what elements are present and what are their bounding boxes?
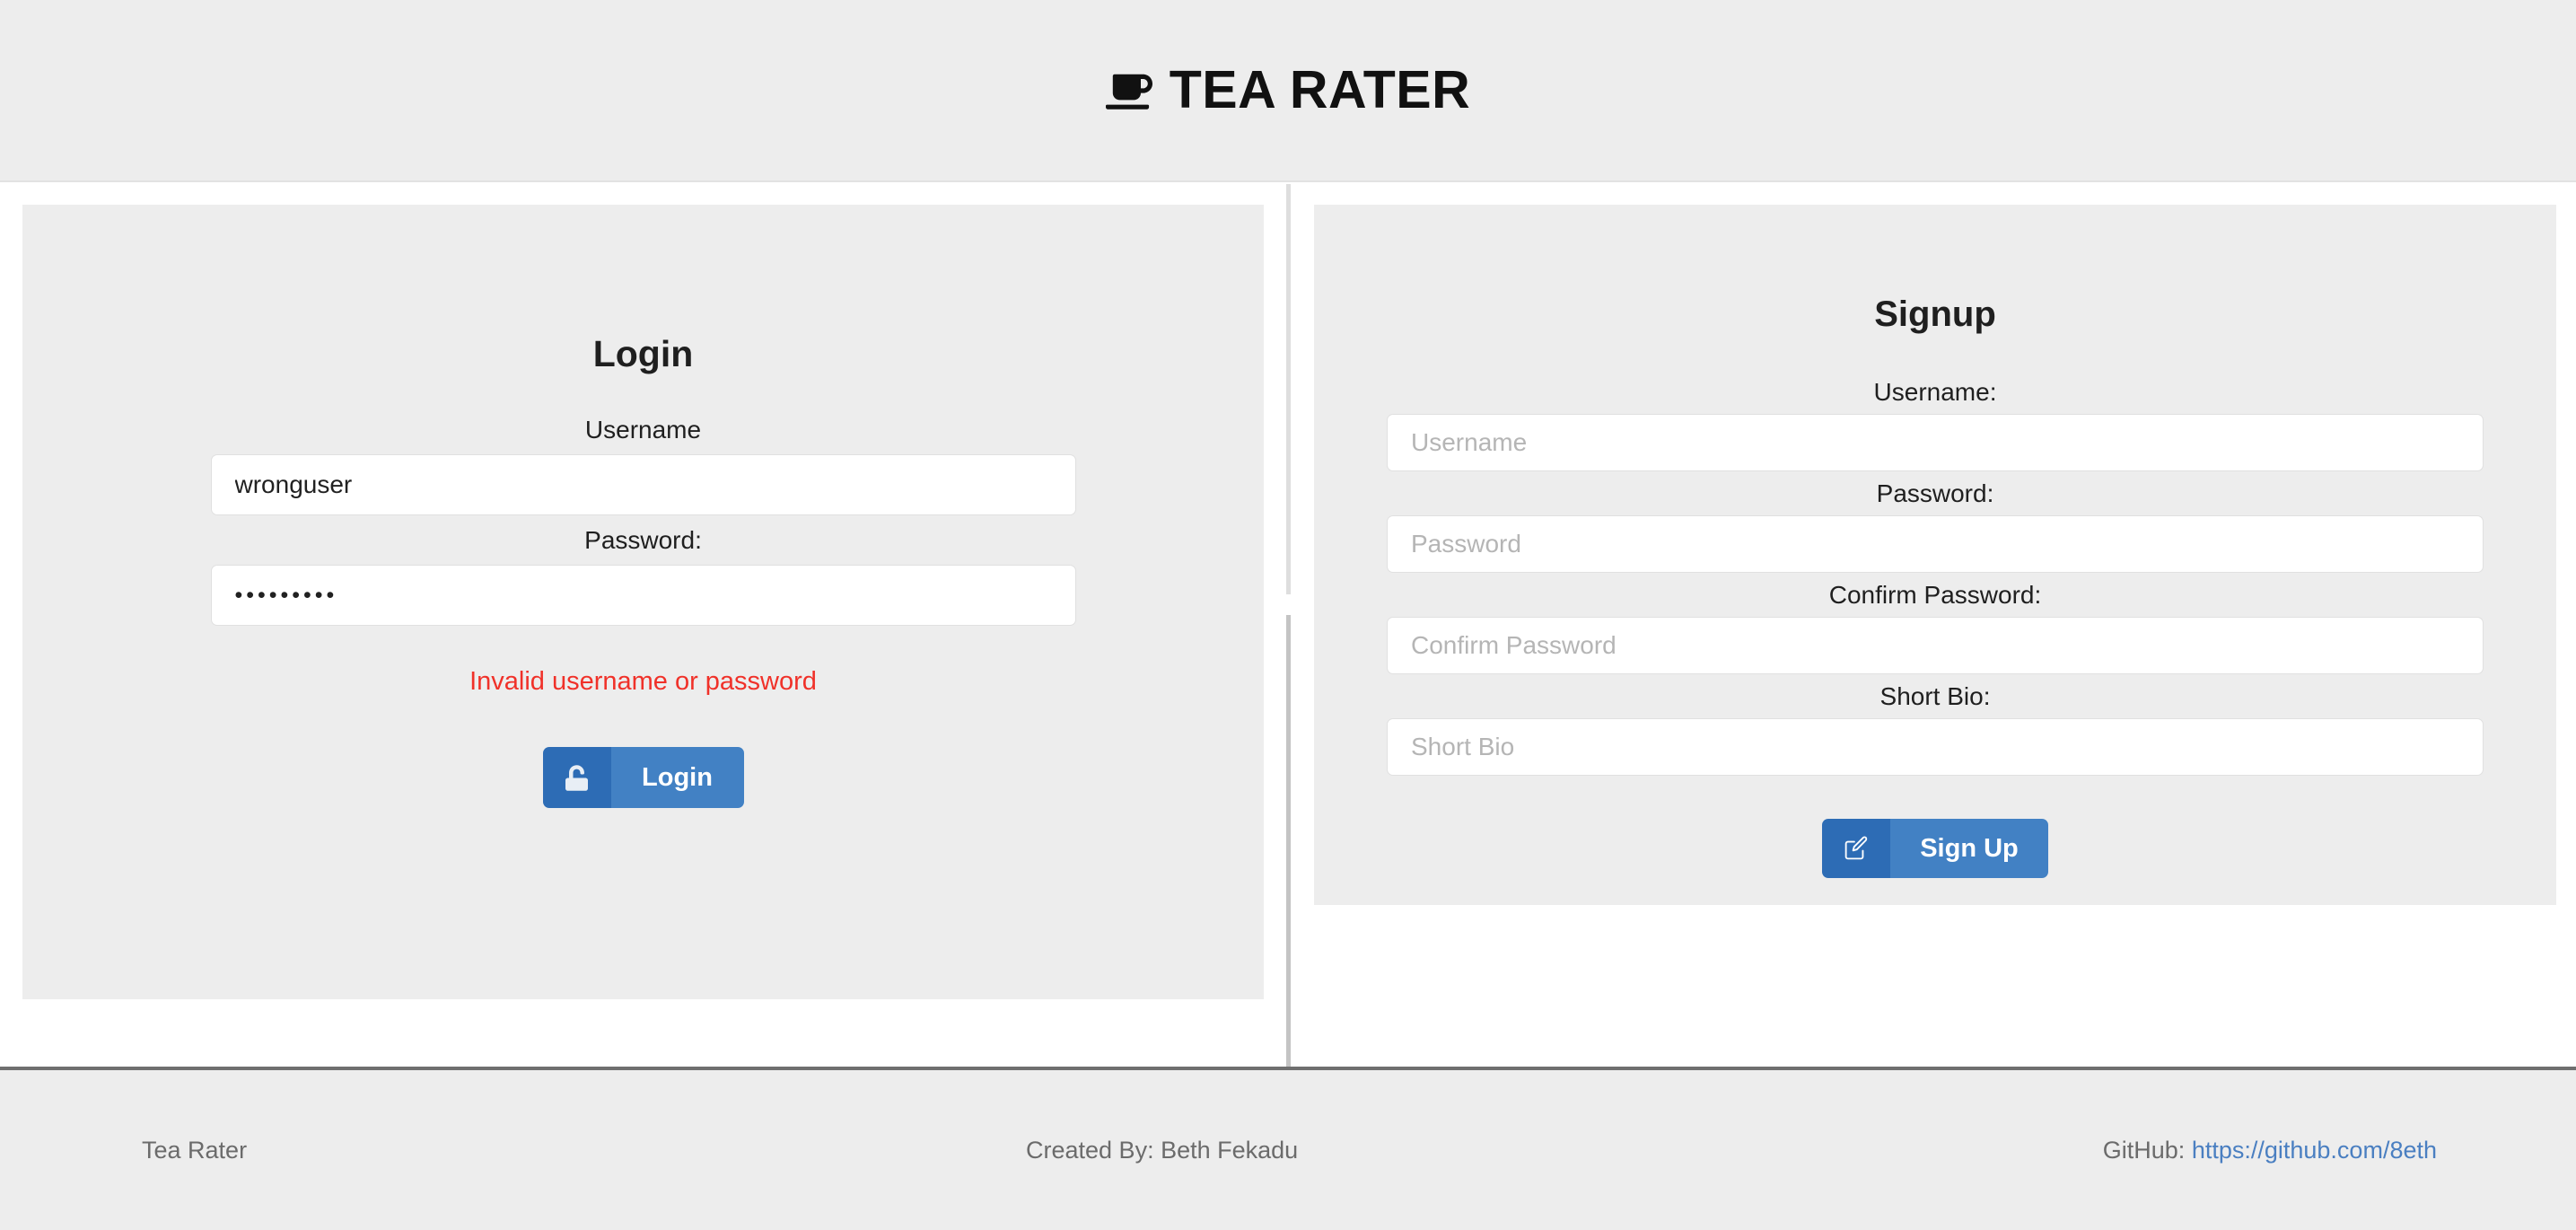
- login-password-input[interactable]: •••••••••: [210, 565, 1076, 626]
- site-header: TEA RATER: [0, 0, 2576, 182]
- main-content: Login Username Password: ••••••••• Inval…: [0, 184, 2576, 1067]
- column-divider-bottom: [1286, 615, 1291, 1067]
- signup-button[interactable]: Sign Up: [1822, 819, 2048, 878]
- login-form: Username Password: •••••••••: [22, 417, 1264, 626]
- signup-bio-field: Short Bio:: [1314, 684, 2556, 776]
- signup-heading: Signup: [1874, 294, 1996, 334]
- app-page: TEA RATER Login Username Password: •••••…: [0, 0, 2576, 1230]
- signup-username-input[interactable]: [1387, 414, 2484, 471]
- login-username-input[interactable]: [210, 454, 1076, 515]
- signup-button-label: Sign Up: [1890, 819, 2048, 878]
- login-panel: Login Username Password: ••••••••• Inval…: [22, 205, 1264, 999]
- signup-username-label: Username:: [1873, 378, 1997, 406]
- login-password-label: Password:: [584, 526, 702, 554]
- signup-confirm-password-label: Confirm Password:: [1828, 581, 2042, 609]
- signup-panel: Signup Username: Password: Confirm Passw…: [1314, 205, 2556, 905]
- login-heading: Login: [592, 333, 694, 374]
- login-username-label: Username: [584, 416, 702, 444]
- login-button[interactable]: Login: [542, 747, 744, 808]
- login-password-field: Password: •••••••••: [22, 528, 1264, 626]
- signup-password-label: Password:: [1876, 479, 1994, 507]
- signup-confirm-password-input[interactable]: [1387, 617, 2484, 674]
- login-error-message: Invalid username or password: [469, 667, 817, 696]
- signup-password-field: Password:: [1314, 481, 2556, 573]
- signup-form: Username: Password: Confirm Password: Sh…: [1314, 380, 2556, 776]
- site-footer: Tea Rater Created By: Beth Fekadu GitHub…: [0, 1067, 2576, 1230]
- brand: TEA RATER: [1105, 60, 1471, 119]
- github-link[interactable]: https://github.com/8eth: [2192, 1137, 2437, 1164]
- login-username-field: Username: [22, 417, 1264, 515]
- coffee-cup-icon: [1105, 72, 1152, 110]
- signup-confirm-password-field: Confirm Password:: [1314, 583, 2556, 674]
- edit-pen-square-icon: [1822, 819, 1890, 878]
- footer-github-label: GitHub:: [2102, 1137, 2186, 1164]
- unlock-icon: [542, 747, 611, 808]
- signup-bio-label: Short Bio:: [1879, 682, 1991, 710]
- footer-github: GitHub: https://github.com/8eth: [2103, 1138, 2437, 1163]
- signup-username-field: Username:: [1314, 380, 2556, 471]
- signup-password-input[interactable]: [1387, 515, 2484, 573]
- login-button-label: Login: [610, 747, 744, 808]
- column-divider-top: [1286, 184, 1291, 594]
- footer-credit: Created By: Beth Fekadu: [1026, 1137, 1299, 1164]
- brand-title: TEA RATER: [1169, 60, 1471, 119]
- signup-bio-input[interactable]: [1387, 718, 2484, 776]
- footer-site-name: Tea Rater: [142, 1137, 248, 1164]
